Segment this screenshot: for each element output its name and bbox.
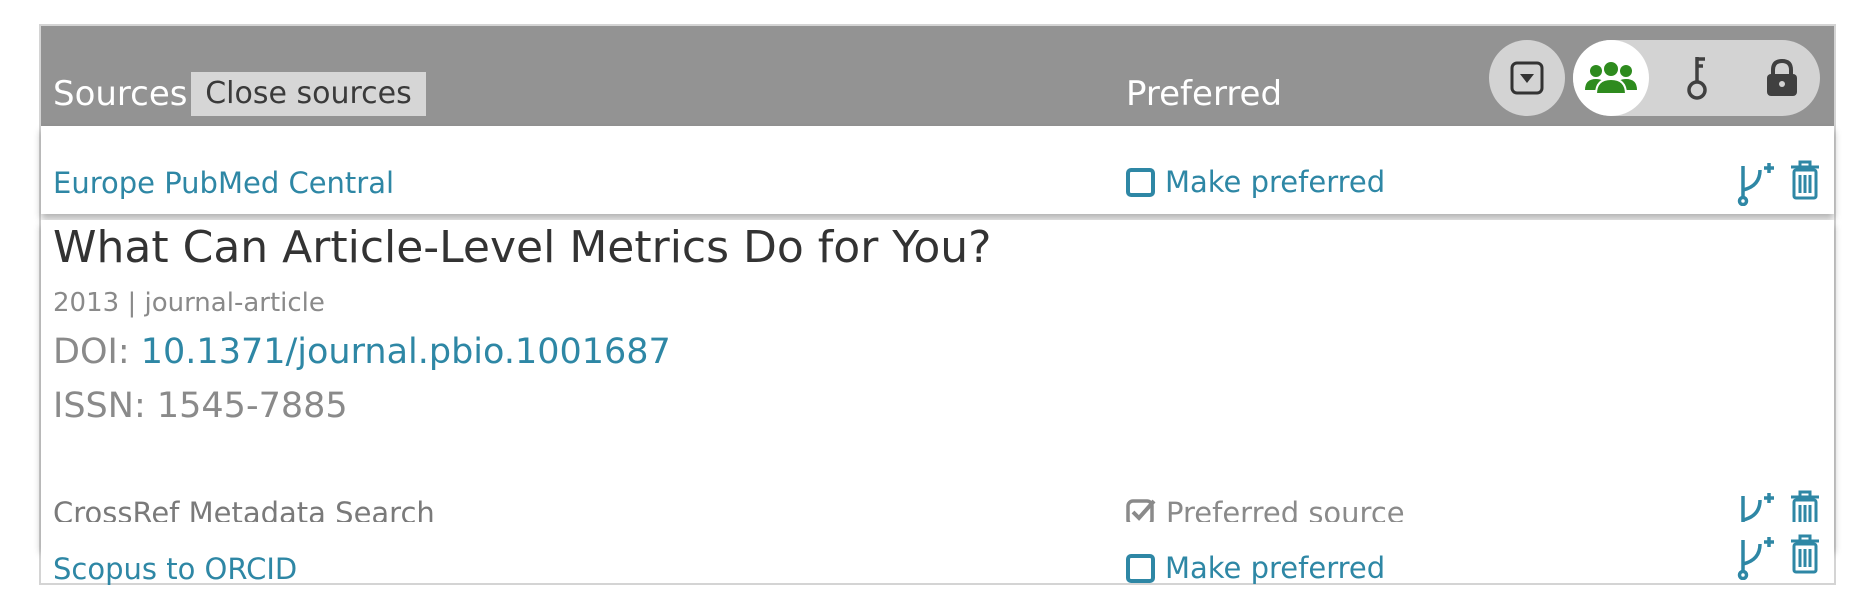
sources-header: Sources Close sources Preferred <box>41 26 1834 126</box>
trash-icon <box>1791 160 1819 200</box>
source-row-scopus: Scopus to ORCID Make preferred <box>41 522 1834 586</box>
sources-heading: Sources <box>53 74 188 114</box>
visibility-selector <box>1573 40 1820 116</box>
dropdown-square-icon <box>1510 61 1544 95</box>
source-row-europe-pmc: Europe PubMed Central Make preferred <box>41 126 1834 214</box>
issn-row: ISSN: 1545-7885 <box>53 386 348 426</box>
doi-label: DOI: <box>53 332 130 372</box>
everyone-icon <box>1585 60 1637 95</box>
preferred-heading: Preferred <box>1126 74 1283 114</box>
delete-button[interactable] <box>1790 534 1820 574</box>
private-lock-icon <box>1767 58 1797 96</box>
sources-panel: Sources Close sources Preferred Europe P… <box>39 24 1836 586</box>
add-version-button[interactable] <box>1736 534 1776 580</box>
visibility-private-option[interactable] <box>1744 40 1820 116</box>
source-name-link[interactable]: Europe PubMed Central <box>53 166 394 200</box>
make-preferred-label: Make preferred <box>1165 551 1386 585</box>
meta-separator: | <box>127 288 137 318</box>
doi-link[interactable]: 10.1371/journal.pbio.1001687 <box>141 332 671 372</box>
make-preferred-button[interactable]: Make preferred <box>1126 551 1385 585</box>
work-year: 2013 <box>53 288 120 318</box>
add-version-button[interactable] <box>1736 160 1776 206</box>
make-preferred-label: Make preferred <box>1165 165 1386 199</box>
work-meta: 2013 | journal-article <box>53 288 325 318</box>
delete-button[interactable] <box>1790 160 1820 200</box>
menu-button[interactable] <box>1489 40 1565 116</box>
visibility-everyone-option[interactable] <box>1573 40 1649 116</box>
work-type: journal-article <box>144 288 325 318</box>
branch-plus-icon <box>1737 163 1774 206</box>
checkbox-icon <box>1126 167 1155 197</box>
work-title: What Can Article-Level Metrics Do for Yo… <box>53 222 992 273</box>
source-name-link[interactable]: Scopus to ORCID <box>53 552 297 586</box>
doi-row: DOI: 10.1371/journal.pbio.1001687 <box>53 332 671 372</box>
make-preferred-button[interactable]: Make preferred <box>1126 165 1385 199</box>
issn-value: 1545-7885 <box>156 386 348 426</box>
checkbox-icon <box>1126 553 1155 583</box>
issn-label: ISSN: <box>53 386 146 426</box>
trash-icon <box>1791 534 1819 574</box>
close-sources-button[interactable]: Close sources <box>191 72 426 116</box>
trusted-key-icon <box>1687 57 1707 100</box>
visibility-trusted-option[interactable] <box>1659 40 1735 116</box>
branch-plus-icon <box>1737 537 1774 580</box>
